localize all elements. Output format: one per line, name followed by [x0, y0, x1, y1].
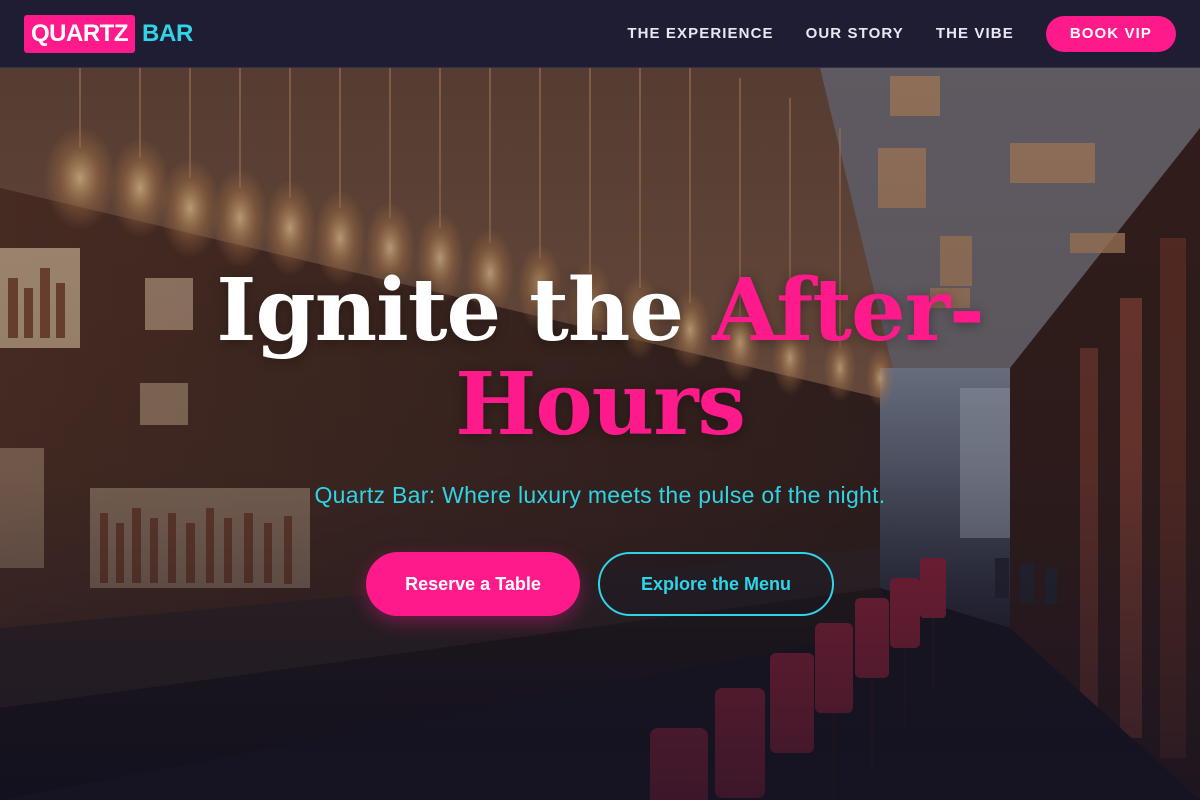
headline-pink-text-2: Hours — [455, 354, 746, 455]
logo-primary-text: QUARTZ — [24, 14, 135, 53]
headline-pink-text-1: After- — [712, 260, 985, 361]
site-header: QUARTZ BAR THE EXPERIENCE OUR STORY THE … — [0, 0, 1200, 68]
nav-link-vibe[interactable]: THE VIBE — [936, 25, 1014, 42]
hero-content: Ignite the After- Hours Quartz Bar: Where… — [0, 68, 1200, 800]
explore-menu-button[interactable]: Explore the Menu — [598, 552, 834, 616]
book-vip-button[interactable]: BOOK VIP — [1045, 15, 1176, 52]
hero-tagline: Quartz Bar: Where luxury meets the pulse… — [314, 482, 886, 508]
hero-section: Ignite the After- Hours Quartz Bar: Where… — [0, 68, 1200, 800]
main-nav: THE EXPERIENCE OUR STORY THE VIBE BOOK V… — [595, 15, 1176, 52]
logo-accent-text: BAR — [141, 19, 194, 47]
reserve-table-button[interactable]: Reserve a Table — [366, 552, 580, 616]
hero-headline: Ignite the After- Hours — [0, 264, 1200, 452]
headline-white-text: Ignite the — [216, 260, 713, 361]
nav-link-our-story[interactable]: OUR STORY — [806, 25, 904, 42]
brand-logo[interactable]: QUARTZ BAR — [24, 14, 194, 53]
nav-link-experience[interactable]: THE EXPERIENCE — [627, 25, 773, 42]
hero-cta-group: Reserve a Table Explore the Menu — [0, 552, 1200, 616]
